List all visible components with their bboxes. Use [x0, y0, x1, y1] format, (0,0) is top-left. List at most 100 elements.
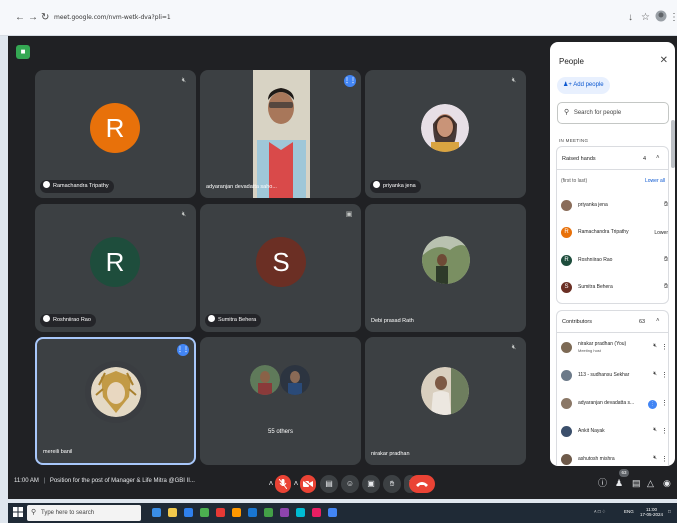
participant-name: mereili banil	[43, 449, 73, 455]
avatar	[421, 367, 469, 415]
avatar: R	[561, 255, 572, 266]
participant-name: Sumitra Behera	[205, 314, 262, 327]
participant-tile[interactable]: 🔇︎ nirakar pradhan	[365, 337, 526, 465]
list-item[interactable]: ashutosh mishra 🔇︎ ⋮	[561, 452, 668, 466]
raise-hand-icon[interactable]: ✋︎	[383, 475, 401, 493]
reload-icon[interactable]: ↻	[41, 13, 49, 23]
raised-hands-header[interactable]: Raised hands	[562, 156, 596, 162]
tray-clock[interactable]: 11:00 17-05-2024	[640, 507, 663, 517]
chevron-up-icon[interactable]: ˄	[656, 155, 660, 161]
mic-off-icon: 🔇︎	[511, 77, 517, 84]
windows-start-icon[interactable]	[13, 507, 23, 517]
mic-off-icon[interactable]: 🔇︎	[653, 371, 657, 378]
taskbar-app-icon[interactable]	[168, 508, 177, 517]
list-item[interactable]: S Sumitra Behera ✋︎	[561, 280, 668, 296]
taskbar-app-icon[interactable]	[216, 508, 225, 517]
add-people-button[interactable]: ♟+ Add people	[557, 77, 610, 94]
list-item[interactable]: priyanka jena ✋︎	[561, 198, 668, 214]
star-icon[interactable]: ☆	[641, 12, 650, 23]
contributors-header[interactable]: Contributors	[562, 319, 592, 325]
participant-tile[interactable]: R 🔇︎ Ramachandra Tripathy	[35, 70, 196, 198]
taskbar-app-icon[interactable]	[264, 508, 273, 517]
info-icon[interactable]: ⓘ	[598, 477, 607, 489]
tray-language[interactable]: ENG	[624, 509, 634, 514]
more-icon[interactable]: ⋮	[661, 427, 668, 435]
mic-off-icon[interactable]: 🔇︎	[653, 343, 657, 350]
mic-off-icon[interactable]	[275, 475, 291, 493]
participant-name: Roshniirao Rao	[40, 314, 96, 327]
lock-icon[interactable]: ◉	[663, 477, 671, 489]
taskbar-app-icon[interactable]	[152, 508, 161, 517]
chevron-up-icon[interactable]: ˄	[656, 318, 660, 324]
taskbar-app-icon[interactable]	[296, 508, 305, 517]
taskbar-app-icon[interactable]	[184, 508, 193, 517]
captions-icon[interactable]: ▤	[320, 475, 338, 493]
avatar	[561, 342, 572, 353]
browser-toolbar: ← → ↻ meet.google.com/nvm-wetk-dva?pli=1…	[0, 0, 677, 36]
list-item[interactable]: R Ramachandra Tripathy Lower	[561, 225, 668, 241]
participant-tile[interactable]: ⋮⋮ mereili banil	[35, 337, 196, 465]
mic-off-icon: 🔇︎	[511, 344, 517, 351]
chat-icon[interactable]: ▤	[632, 477, 641, 489]
list-item[interactable]: Ankit Nayak 🔇︎ ⋮	[561, 424, 668, 440]
participant-tile[interactable]: ⋮⋮ adyaranjan devadatta saho...	[200, 70, 361, 198]
notification-icon[interactable]: □	[668, 509, 671, 514]
profile-icon[interactable]	[655, 10, 667, 25]
search-input[interactable]: ⚲ Search for people	[557, 102, 669, 124]
menu-icon[interactable]: ⋮	[669, 12, 677, 23]
people-panel: People ✕ ♟+ Add people ⚲ Search for peop…	[550, 42, 675, 466]
list-item[interactable]: adyaranjan devadatta s... ⋮ ⋮	[561, 396, 668, 412]
download-icon[interactable]: ↓	[628, 12, 633, 23]
participant-tile[interactable]: S ▣ Sumitra Behera	[200, 204, 361, 332]
list-item[interactable]: R Roshniirao Rao ✋︎	[561, 253, 668, 269]
avatar	[280, 365, 310, 395]
lower-hand-button[interactable]: Lower	[654, 230, 668, 236]
raised-hand-icon[interactable]: ✋︎	[664, 201, 668, 209]
more-icon[interactable]: ⋮	[661, 371, 668, 379]
avatar: S	[561, 282, 572, 293]
raised-hand-icon[interactable]: ✋︎	[664, 256, 668, 264]
emoji-icon[interactable]: ☺	[341, 475, 359, 493]
raised-hand-icon[interactable]: ✋︎	[664, 283, 668, 291]
address-bar[interactable]: meet.google.com/nvm-wetk-dva?pli=1	[54, 14, 171, 21]
panel-scrollbar[interactable]	[671, 120, 675, 168]
forward-icon[interactable]: →	[28, 13, 38, 23]
taskbar-app-icon[interactable]	[328, 508, 337, 517]
participant-tile[interactable]: 55 others	[200, 337, 361, 465]
camera-off-icon[interactable]	[300, 475, 316, 493]
taskbar-search-input[interactable]: ⚲ Type here to search	[27, 505, 141, 521]
taskbar-app-icon[interactable]	[232, 508, 241, 517]
participant-tile[interactable]: R 🔇︎ Roshniirao Rao	[35, 204, 196, 332]
meeting-details: 11:00 AM | Position for the post of Mana…	[14, 478, 195, 484]
hand-icon	[43, 181, 50, 189]
taskbar-app-icon[interactable]	[200, 508, 209, 517]
more-icon[interactable]: ⋮	[661, 399, 668, 407]
present-icon[interactable]: ▣	[362, 475, 380, 493]
section-label: IN MEETING	[559, 138, 589, 143]
participant-tile[interactable]: 🔇︎ priyanka jena	[365, 70, 526, 198]
avatar	[561, 454, 572, 465]
activities-icon[interactable]: △	[647, 477, 654, 489]
tray-icons[interactable]: ˄ □ ♢	[594, 509, 606, 514]
list-item[interactable]: nirakar pradhan (You) Meeting host 🔇︎ ⋮	[561, 340, 668, 356]
taskbar-app-icon[interactable]	[312, 508, 321, 517]
back-icon[interactable]: ←	[15, 13, 25, 23]
taskbar-app-icon[interactable]	[280, 508, 289, 517]
contributors-group	[556, 310, 669, 466]
participant-tile[interactable]: Debi prasad Rath	[365, 204, 526, 332]
hand-icon	[373, 181, 380, 189]
list-item[interactable]: 113 - sudhansu Sekhar 🔇︎ ⋮	[561, 368, 668, 384]
people-icon[interactable]: ♟	[615, 477, 623, 489]
mic-off-icon[interactable]: 🔇︎	[653, 427, 657, 434]
more-icon[interactable]: ⋮	[661, 455, 668, 463]
end-call-icon[interactable]	[409, 475, 435, 493]
mic-off-icon[interactable]: 🔇︎	[653, 455, 657, 462]
contributors-count: 63	[639, 319, 646, 325]
avatar	[561, 370, 572, 381]
mic-off-icon: 🔇︎	[181, 211, 187, 218]
close-icon[interactable]: ✕	[660, 55, 668, 66]
mic-off-icon: 🔇︎	[181, 77, 187, 84]
lower-all-button[interactable]: Lower all	[645, 178, 665, 184]
taskbar-app-icon[interactable]	[248, 508, 257, 517]
more-icon[interactable]: ⋮	[661, 343, 668, 351]
